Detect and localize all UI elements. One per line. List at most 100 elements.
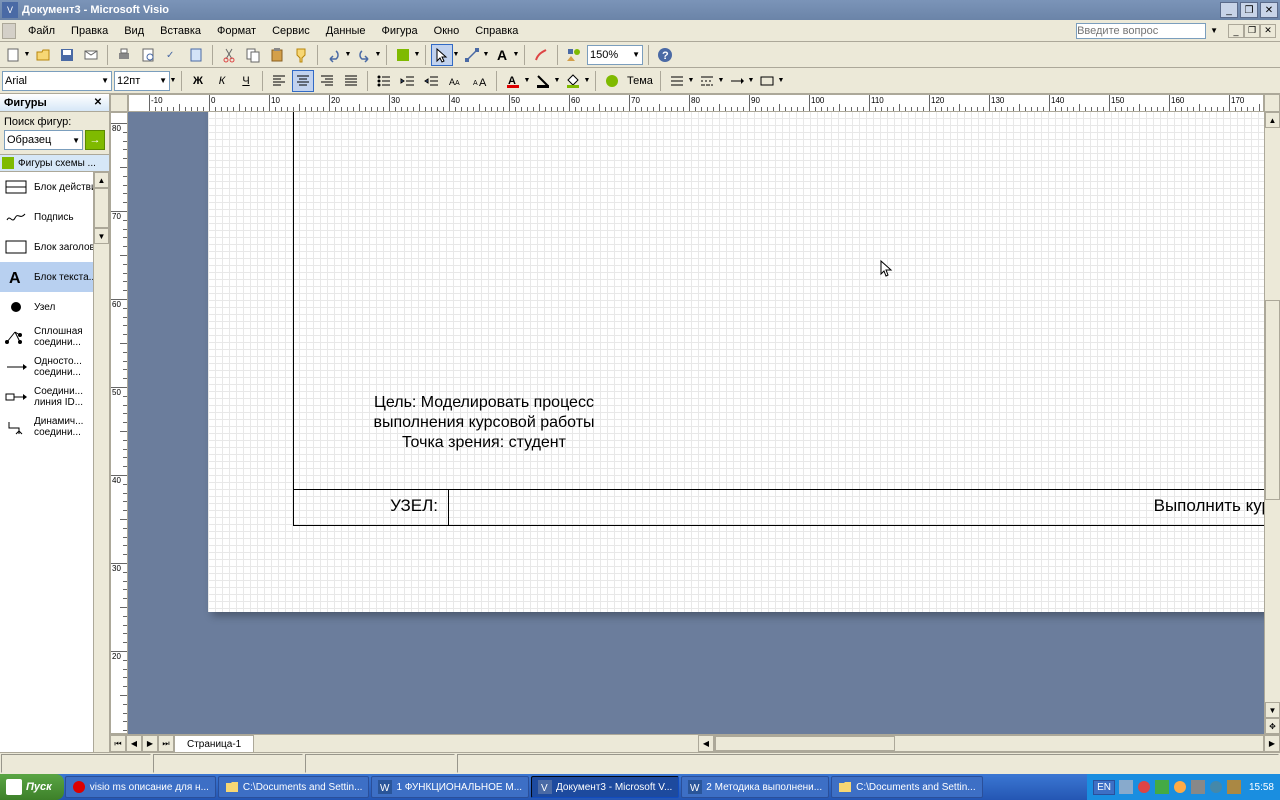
font-color-dropdown-icon[interactable]: ▼ <box>524 77 530 84</box>
shapes-scrollbar[interactable]: ▲ ▼ <box>93 172 109 752</box>
text-tool-button[interactable]: A <box>491 44 513 66</box>
paste-button[interactable] <box>266 44 288 66</box>
shapes-close-button[interactable]: ✕ <box>91 96 105 110</box>
decrease-font-button[interactable]: AA <box>445 70 467 92</box>
redo-dropdown-icon[interactable]: ▼ <box>375 51 381 58</box>
doc-restore-button[interactable]: ❐ <box>1244 24 1260 38</box>
language-indicator[interactable]: EN <box>1093 780 1115 795</box>
save-button[interactable] <box>56 44 78 66</box>
task-button-folder2[interactable]: C:\Documents and Settin... <box>831 776 983 798</box>
line-color-button[interactable] <box>532 70 554 92</box>
print-button[interactable] <box>113 44 135 66</box>
open-button[interactable] <box>32 44 54 66</box>
stencil-dropdown-icon[interactable]: ▼ <box>414 51 420 58</box>
shapes-window-button[interactable] <box>563 44 585 66</box>
spelling-button[interactable]: ✓ <box>161 44 183 66</box>
vertical-ruler[interactable]: 80706050403020 <box>110 112 128 734</box>
pointer-dropdown-icon[interactable]: ▼ <box>453 51 459 58</box>
align-center-button[interactable] <box>292 70 314 92</box>
new-button[interactable] <box>2 44 24 66</box>
bold-button[interactable]: Ж <box>187 70 209 92</box>
theme-button[interactable] <box>601 70 623 92</box>
email-button[interactable] <box>80 44 102 66</box>
line-ends-button[interactable] <box>726 70 748 92</box>
font-size-combo[interactable]: 12пт▼ <box>114 71 170 91</box>
horizontal-ruler[interactable]: -100102030405060708090100110120130140150… <box>128 94 1264 112</box>
italic-button[interactable]: К <box>211 70 233 92</box>
copy-button[interactable] <box>242 44 264 66</box>
ink-button[interactable] <box>530 44 552 66</box>
research-button[interactable] <box>185 44 207 66</box>
increase-font-button[interactable]: AA <box>469 70 491 92</box>
align-right-button[interactable] <box>316 70 338 92</box>
tab-last-button[interactable]: ⏭ <box>158 735 174 752</box>
ask-dropdown-icon[interactable]: ▼ <box>1210 26 1218 35</box>
tab-prev-button[interactable]: ◀ <box>126 735 142 752</box>
menu-service[interactable]: Сервис <box>264 23 318 39</box>
line-weight-button[interactable] <box>666 70 688 92</box>
tray-icon-2[interactable] <box>1137 780 1151 794</box>
tray-icon-1[interactable] <box>1119 780 1133 794</box>
line-color-dropdown-icon[interactable]: ▼ <box>554 77 560 84</box>
start-button[interactable]: ⊞ Пуск <box>0 774 64 800</box>
pan-button[interactable]: ✥ <box>1265 718 1280 734</box>
stencil-button[interactable] <box>392 44 414 66</box>
menu-edit[interactable]: Правка <box>63 23 116 39</box>
decrease-indent-button[interactable] <box>397 70 419 92</box>
task-button-word1[interactable]: W1 ФУНКЦИОНАЛЬНОЕ М... <box>371 776 529 798</box>
connector-tool-button[interactable] <box>461 44 483 66</box>
tray-icon-5[interactable] <box>1191 780 1205 794</box>
vertical-scrollbar[interactable]: ▲ ▼ ✥ <box>1264 112 1280 734</box>
menu-help[interactable]: Справка <box>467 23 526 39</box>
canvas[interactable]: Цель: Моделировать процесс выполнения ку… <box>128 112 1264 734</box>
page-tab-1[interactable]: Страница-1 <box>174 735 254 752</box>
task-button-folder1[interactable]: C:\Documents and Settin... <box>218 776 370 798</box>
menu-insert[interactable]: Вставка <box>152 23 209 39</box>
tab-next-button[interactable]: ▶ <box>142 735 158 752</box>
doc-minimize-button[interactable]: _ <box>1228 24 1244 38</box>
font-combo[interactable]: Arial▼ <box>2 71 112 91</box>
menu-file[interactable]: Файл <box>20 23 63 39</box>
format-painter-button[interactable] <box>290 44 312 66</box>
tab-first-button[interactable]: ⏮ <box>110 735 126 752</box>
menu-data[interactable]: Данные <box>318 23 374 39</box>
tray-icon-4[interactable] <box>1173 780 1187 794</box>
font-color-button[interactable]: A <box>502 70 524 92</box>
fill-color-dropdown-icon[interactable]: ▼ <box>584 77 590 84</box>
format-button[interactable] <box>756 70 778 92</box>
connector-dropdown-icon[interactable]: ▼ <box>483 51 489 58</box>
tray-icon-6[interactable] <box>1209 780 1223 794</box>
menu-format[interactable]: Формат <box>209 23 264 39</box>
task-button-opera[interactable]: visio ms описание для н... <box>65 776 216 798</box>
menu-view[interactable]: Вид <box>116 23 152 39</box>
zoom-combo[interactable]: 150%▼ <box>587 45 643 65</box>
increase-indent-button[interactable] <box>421 70 443 92</box>
align-left-button[interactable] <box>268 70 290 92</box>
underline-button[interactable]: Ч <box>235 70 257 92</box>
horizontal-scrollbar[interactable]: ◀ ▶ <box>698 735 1280 752</box>
menu-shape[interactable]: Фигура <box>374 23 426 39</box>
align-justify-button[interactable] <box>340 70 362 92</box>
pointer-tool-button[interactable] <box>431 44 453 66</box>
undo-dropdown-icon[interactable]: ▼ <box>345 51 351 58</box>
shapes-search-go-button[interactable]: → <box>85 130 105 150</box>
minimize-button[interactable]: _ <box>1220 2 1238 18</box>
maximize-button[interactable]: ❐ <box>1240 2 1258 18</box>
taskbar-clock[interactable]: 15:58 <box>1249 782 1274 793</box>
fill-color-button[interactable] <box>562 70 584 92</box>
size-dropdown-icon[interactable]: ▼ <box>170 77 176 84</box>
close-button[interactable]: ✕ <box>1260 2 1278 18</box>
tray-icon-7[interactable] <box>1227 780 1241 794</box>
menu-window[interactable]: Окно <box>426 23 468 39</box>
print-preview-button[interactable] <box>137 44 159 66</box>
text-dropdown-icon[interactable]: ▼ <box>513 51 519 58</box>
ask-question-input[interactable] <box>1076 23 1206 39</box>
undo-button[interactable] <box>323 44 345 66</box>
help-button[interactable]: ? <box>654 44 676 66</box>
cut-button[interactable] <box>218 44 240 66</box>
doc-close-button[interactable]: ✕ <box>1260 24 1276 38</box>
new-dropdown-icon[interactable]: ▼ <box>24 51 30 58</box>
bullets-button[interactable] <box>373 70 395 92</box>
shapes-stencil-header[interactable]: Фигуры схемы ... <box>0 154 109 172</box>
line-pattern-button[interactable] <box>696 70 718 92</box>
